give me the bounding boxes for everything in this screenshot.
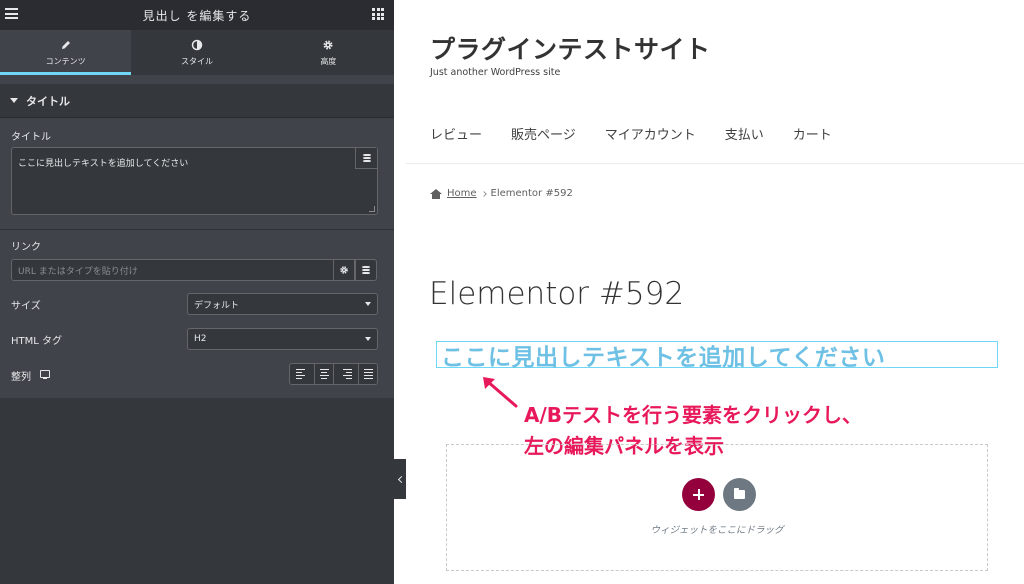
divider xyxy=(0,229,394,230)
collapse-panel-button[interactable] xyxy=(394,459,406,499)
resize-handle-icon[interactable] xyxy=(369,206,375,212)
align-right-button[interactable] xyxy=(334,364,359,384)
editor-panel: 見出し を編集する コンテンツ スタイル 高度 タイトル タイトル ここに見出し… xyxy=(0,0,394,584)
pencil-icon xyxy=(61,40,70,49)
header-divider xyxy=(406,163,1024,164)
main-navigation: レビュー 販売ページ マイアカウント 支払い カート xyxy=(430,124,861,143)
site-title[interactable]: プラグインテストサイト xyxy=(430,30,711,66)
align-center-button[interactable] xyxy=(315,364,334,384)
alignment-button-group xyxy=(289,363,378,385)
chevron-right-icon xyxy=(480,190,487,197)
gear-icon xyxy=(340,266,348,274)
section-title: タイトル xyxy=(26,94,70,108)
nav-item-cart[interactable]: カート xyxy=(793,124,832,143)
page-title: Elementor #592 xyxy=(429,276,685,312)
title-textarea-value: ここに見出しテキストを追加してください xyxy=(18,159,189,169)
home-icon xyxy=(430,188,442,199)
gear-icon xyxy=(323,39,333,50)
page-preview: プラグインテストサイト Just another WordPress site … xyxy=(406,0,1024,584)
panel-title: 見出し を編集する xyxy=(142,8,252,23)
tab-content[interactable]: コンテンツ xyxy=(0,30,132,75)
add-section-button[interactable] xyxy=(682,478,715,511)
annotation-line-1: A/Bテストを行う要素をクリックし、 xyxy=(524,403,863,427)
nav-item-my-account[interactable]: マイアカウント xyxy=(605,124,696,143)
title-dynamic-button[interactable] xyxy=(355,148,377,169)
tab-style[interactable]: スタイル xyxy=(131,30,262,75)
link-url-input[interactable]: URL またはタイプを貼り付け xyxy=(11,259,333,281)
html-tag-select-value: H2 xyxy=(194,334,207,344)
breadcrumb-home-link[interactable]: Home xyxy=(447,188,477,199)
chevron-left-icon xyxy=(397,475,405,483)
chevron-down-icon xyxy=(365,337,371,341)
align-justify-button[interactable] xyxy=(359,364,377,384)
heading-widget[interactable]: ここに見出しテキストを追加してください xyxy=(436,341,998,371)
section-toggle-title[interactable]: タイトル xyxy=(0,84,394,118)
hamburger-menu-icon[interactable] xyxy=(5,8,18,19)
panel-empty-area xyxy=(0,398,394,584)
title-control-label: タイトル xyxy=(11,132,51,143)
html-tag-select[interactable]: H2 xyxy=(187,328,378,350)
link-dynamic-button[interactable] xyxy=(355,259,377,281)
widgets-grid-icon[interactable] xyxy=(372,8,384,20)
heading-widget-text: ここに見出しテキストを追加してください xyxy=(441,344,886,371)
size-control-label: サイズ xyxy=(11,301,41,312)
size-select[interactable]: デフォルト xyxy=(187,293,378,315)
html-tag-control-label: HTML タグ xyxy=(11,336,63,347)
breadcrumb-current: Elementor #592 xyxy=(490,188,573,199)
link-control-label: リンク xyxy=(11,242,41,253)
link-settings-button[interactable] xyxy=(333,259,355,281)
nav-item-review[interactable]: レビュー xyxy=(430,124,482,143)
alignment-control-label: 整列 xyxy=(11,372,31,383)
tab-advanced-label: 高度 xyxy=(320,56,337,66)
panel-header: 見出し を編集する xyxy=(0,0,394,30)
nav-item-payment[interactable]: 支払い xyxy=(725,124,764,143)
caret-down-icon xyxy=(10,98,18,103)
annotation-arrow-icon xyxy=(483,377,518,408)
folder-icon xyxy=(734,488,745,499)
tab-style-label: スタイル xyxy=(180,56,213,66)
size-select-value: デフォルト xyxy=(194,300,240,311)
link-url-placeholder: URL またはタイプを貼り付け xyxy=(18,266,138,277)
add-template-button[interactable] xyxy=(723,478,756,511)
database-icon xyxy=(362,153,371,163)
drop-zone-hint: ウィジェットをここにドラッグ xyxy=(650,525,784,536)
site-tagline: Just another WordPress site xyxy=(430,67,561,78)
breadcrumb: Home Elementor #592 xyxy=(430,188,573,199)
align-left-button[interactable] xyxy=(290,364,315,384)
widget-drop-zone[interactable]: ウィジェットをここにドラッグ xyxy=(446,444,988,571)
database-icon xyxy=(362,265,370,275)
nav-item-sales-page[interactable]: 販売ページ xyxy=(511,124,576,143)
title-textarea[interactable]: ここに見出しテキストを追加してください xyxy=(11,147,378,215)
tab-advanced[interactable]: 高度 xyxy=(263,30,394,75)
desktop-monitor-icon[interactable] xyxy=(40,370,50,379)
panel-tabs: コンテンツ スタイル 高度 xyxy=(0,30,394,75)
chevron-down-icon xyxy=(365,302,371,306)
half-circle-icon xyxy=(191,39,203,50)
tab-content-label: コンテンツ xyxy=(45,56,86,66)
